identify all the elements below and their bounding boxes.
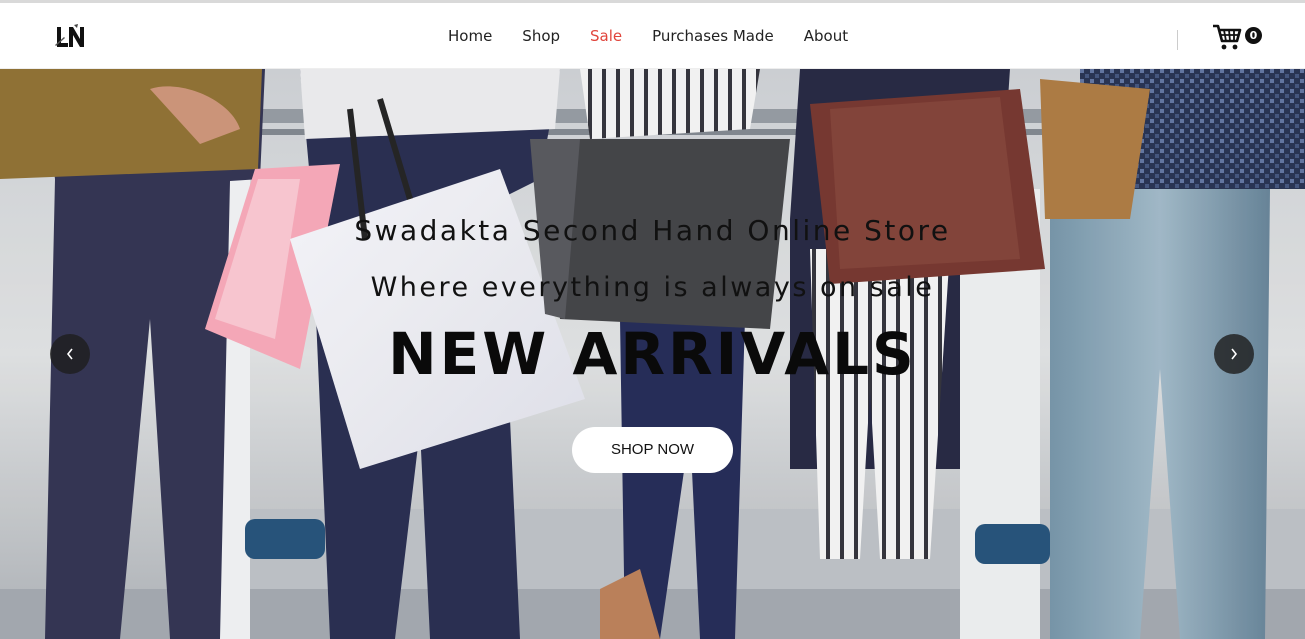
hero-carousel: Swadakta Second Hand Online Store Where … [0,69,1305,639]
nav-sale[interactable]: Sale [590,26,622,46]
nav-home[interactable]: Home [448,26,492,46]
nav-divider [1177,30,1178,50]
nav-shop[interactable]: Shop [522,26,560,46]
cart-count-badge: 0 [1245,27,1262,44]
carousel-next-button[interactable] [1214,334,1254,374]
logo[interactable]: LN [54,23,86,51]
main-nav: Home Shop Sale Purchases Made About [448,3,848,69]
navbar: LN Home Shop Sale Purchases Made About 0 [0,3,1305,69]
hero-title: NEW ARRIVALS [388,320,917,388]
hero-tagline: Where everything is always on sale [370,272,935,303]
cart-icon[interactable] [1212,23,1242,51]
nav-about[interactable]: About [804,26,848,46]
shop-now-button[interactable]: SHOP NOW [572,427,733,473]
chevron-left-icon [66,348,73,360]
chevron-right-icon [1231,348,1238,360]
carousel-prev-button[interactable] [50,334,90,374]
nav-purchases-made[interactable]: Purchases Made [652,26,774,46]
hero-store-name: Swadakta Second Hand Online Store [354,214,951,247]
